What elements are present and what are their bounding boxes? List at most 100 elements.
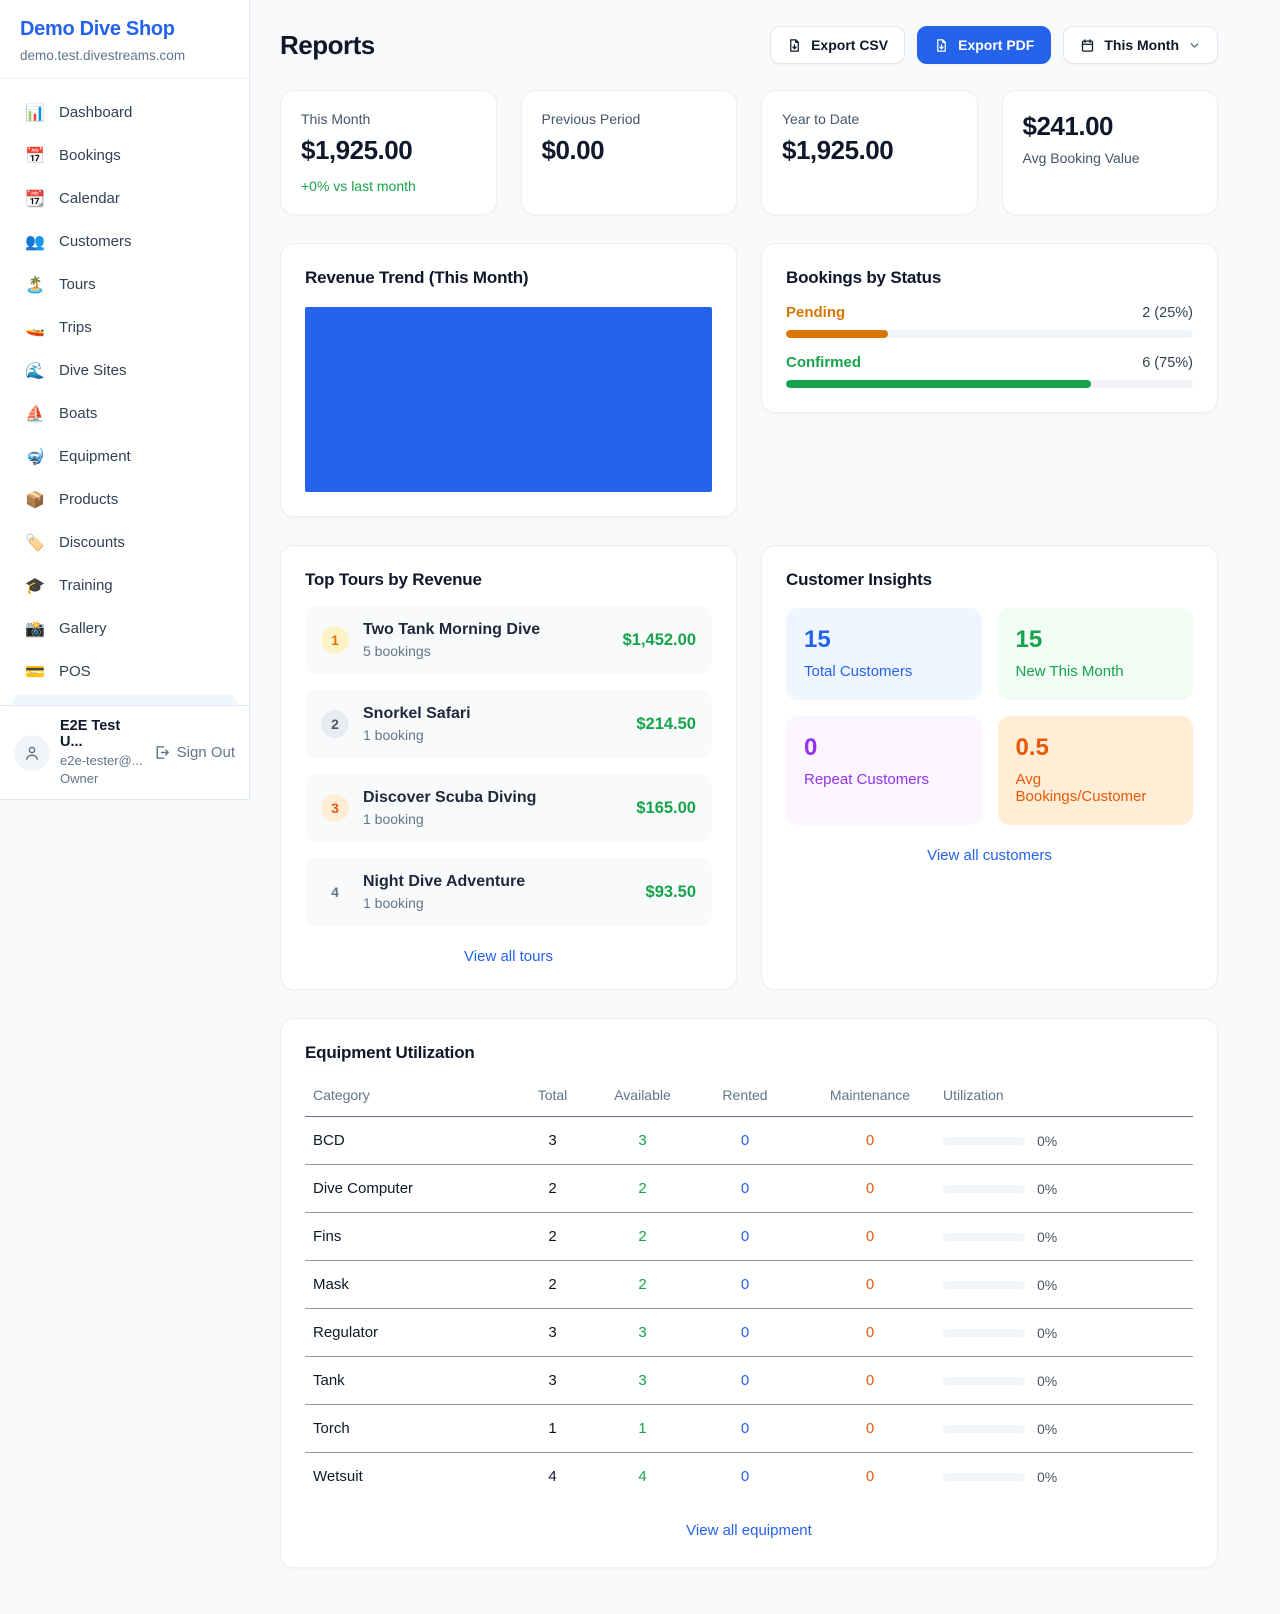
user-info: E2E Test U... e2e-tester@... Owner (60, 718, 143, 787)
stat-card-year-to-date: Year to Date $1,925.00 (761, 90, 978, 215)
sidebar-item-label: Calendar (59, 190, 120, 207)
utilization-bar (943, 1233, 1025, 1241)
utilization-cell: 0% (943, 1421, 1185, 1437)
stat-value: $1,925.00 (301, 135, 476, 166)
export-pdf-button[interactable]: Export PDF (917, 26, 1051, 64)
tour-bookings: 5 bookings (363, 643, 609, 659)
tour-name: Discover Scuba Diving (363, 789, 622, 807)
calendar-icon (1080, 38, 1095, 53)
tile-label: Total Customers (804, 663, 964, 680)
utilization-cell: 0% (943, 1133, 1185, 1149)
status-count: 2 (25%) (1142, 305, 1193, 321)
tour-revenue: $214.50 (636, 715, 696, 734)
section-title: Customer Insights (786, 570, 1193, 590)
tour-revenue: $93.50 (646, 883, 696, 902)
sidebar-item-calendar[interactable]: 📆 Calendar (12, 177, 237, 220)
charts-row: Revenue Trend (This Month) Bookings by S… (280, 243, 1218, 517)
sidebar-item-training[interactable]: 🎓 Training (12, 564, 237, 607)
col-rented: Rented (685, 1077, 805, 1117)
sidebar-item-label: Gallery (59, 620, 107, 637)
sidebar-item-bookings[interactable]: 📅 Bookings (12, 134, 237, 177)
table-row: Dive Computer 2 2 0 0 0% (305, 1165, 1193, 1213)
sidebar-item-label: Discounts (59, 534, 125, 551)
section-title: Revenue Trend (This Month) (305, 268, 712, 288)
table-header-row: Category Total Available Rented Maintena… (305, 1077, 1193, 1117)
sidebar-item-products[interactable]: 📦 Products (12, 478, 237, 521)
col-available: Available (600, 1077, 685, 1117)
view-all-tours-link[interactable]: View all tours (305, 948, 712, 965)
stat-label: Avg Booking Value (1023, 150, 1198, 166)
sidebar-item-dive-sites[interactable]: 🌊 Dive Sites (12, 349, 237, 392)
rank-badge: 2 (321, 710, 349, 738)
utilization-cell: 0% (943, 1229, 1185, 1245)
sidebar-item-gallery[interactable]: 📸 Gallery (12, 607, 237, 650)
sign-out-label: Sign Out (177, 744, 235, 761)
sidebar-item-label: Trips (59, 319, 92, 336)
status-progress-track (786, 380, 1193, 388)
table-row: Torch 1 1 0 0 0% (305, 1405, 1193, 1453)
stat-label: Year to Date (782, 111, 957, 127)
shop-name[interactable]: Demo Dive Shop (20, 18, 229, 41)
utilization-cell: 0% (943, 1373, 1185, 1389)
sidebar-item-label: Dive Sites (59, 362, 127, 379)
sidebar-nav: 📊 Dashboard 📅 Bookings 📆 Calendar 👥 Cust… (0, 79, 249, 693)
utilization-bar (943, 1377, 1025, 1385)
col-maintenance: Maintenance (805, 1077, 935, 1117)
revenue-trend-card: Revenue Trend (This Month) (280, 243, 737, 517)
sign-out-icon (153, 744, 170, 761)
file-download-icon (787, 38, 802, 53)
tile-avg-bookings-customer: 0.5 Avg Bookings/Customer (998, 716, 1194, 825)
tile-value: 15 (804, 626, 964, 654)
stat-value: $0.00 (542, 135, 717, 166)
equipment-utilization-card: Equipment Utilization Category Total Ava… (280, 1018, 1218, 1568)
tour-revenue: $165.00 (636, 799, 696, 818)
section-title: Bookings by Status (786, 268, 1193, 288)
status-progress-fill (786, 380, 1091, 388)
user-role: Owner (60, 770, 143, 788)
diving-mask-icon: 🤿 (24, 447, 46, 467)
tile-label: New This Month (1016, 663, 1176, 680)
user-panel: E2E Test U... e2e-tester@... Owner Sign … (0, 705, 249, 799)
export-csv-button[interactable]: Export CSV (770, 26, 905, 64)
stat-delta: +0% vs last month (301, 178, 476, 194)
sidebar-item-label: Equipment (59, 448, 131, 465)
view-all-equipment-link[interactable]: View all equipment (305, 1522, 1193, 1539)
user-name: E2E Test U... (60, 718, 143, 750)
avatar (14, 735, 50, 771)
sidebar-item-customers[interactable]: 👥 Customers (12, 220, 237, 263)
sign-out-button[interactable]: Sign Out (153, 744, 235, 761)
col-category: Category (305, 1077, 505, 1117)
sidebar-item-pos[interactable]: 💳 POS (12, 650, 237, 693)
package-icon: 📦 (24, 490, 46, 510)
insight-tiles: 15 Total Customers 15 New This Month 0 R… (786, 608, 1193, 825)
rank-badge: 4 (321, 878, 349, 906)
status-label: Confirmed (786, 354, 861, 371)
period-select[interactable]: This Month (1063, 26, 1218, 64)
rank-badge: 1 (321, 626, 349, 654)
sidebar-item-label: Bookings (59, 147, 121, 164)
stat-card-previous-period: Previous Period $0.00 (521, 90, 738, 215)
tile-label: Avg Bookings/Customer (1016, 771, 1176, 805)
utilization-cell: 0% (943, 1469, 1185, 1485)
stat-card-this-month: This Month $1,925.00 +0% vs last month (280, 90, 497, 215)
stat-value: $1,925.00 (782, 135, 957, 166)
sidebar-item-equipment[interactable]: 🤿 Equipment (12, 435, 237, 478)
sidebar-item-label: Products (59, 491, 118, 508)
sidebar-item-trips[interactable]: 🚤 Trips (12, 306, 237, 349)
credit-card-icon: 💳 (24, 662, 46, 682)
section-title: Equipment Utilization (305, 1043, 1193, 1063)
stat-value: $241.00 (1023, 111, 1198, 142)
sidebar-item-dashboard[interactable]: 📊 Dashboard (12, 91, 237, 134)
view-all-customers-link[interactable]: View all customers (786, 847, 1193, 864)
utilization-bar (943, 1137, 1025, 1145)
sidebar-item-reports-partial[interactable] (12, 695, 237, 705)
sidebar-item-tours[interactable]: 🏝️ Tours (12, 263, 237, 306)
sidebar-item-discounts[interactable]: 🏷️ Discounts (12, 521, 237, 564)
sidebar-item-boats[interactable]: ⛵ Boats (12, 392, 237, 435)
tour-row: 1 Two Tank Morning Dive 5 bookings $1,45… (305, 606, 712, 674)
tour-bookings: 1 booking (363, 727, 622, 743)
table-row: Regulator 3 3 0 0 0% (305, 1309, 1193, 1357)
tile-new-this-month: 15 New This Month (998, 608, 1194, 700)
header-actions: Export CSV Export PDF This Month (770, 26, 1218, 64)
sidebar-item-label: Training (59, 577, 113, 594)
